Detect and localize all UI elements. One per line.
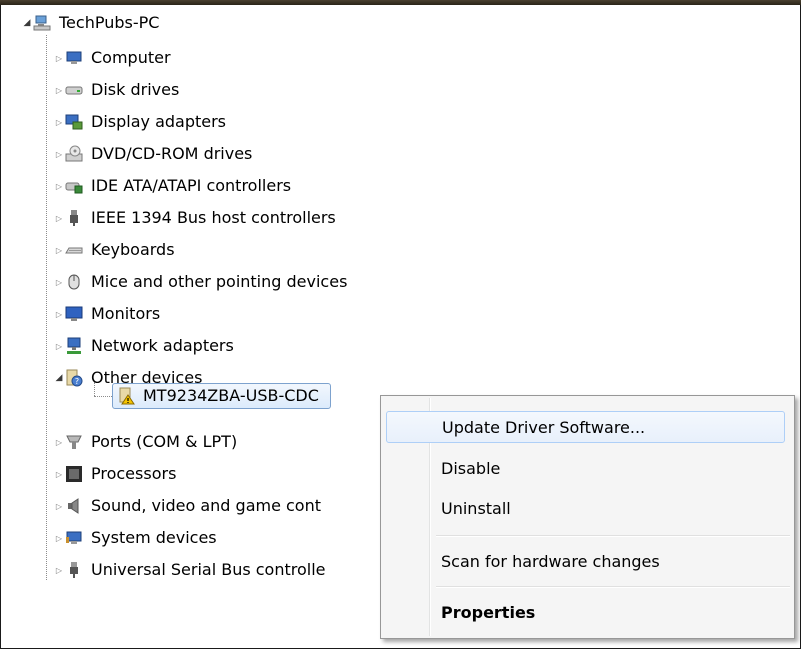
tree-item-ports[interactable]: ▷ Ports (COM & LPT) xyxy=(53,428,240,456)
tree-item-label: Disk drives xyxy=(91,80,180,99)
system-devices-icon xyxy=(65,529,83,547)
tree-item-ide-controllers[interactable]: ▷ IDE ATA/ATAPI controllers xyxy=(53,172,294,200)
menu-item-label: Scan for hardware changes xyxy=(441,551,660,571)
collapsed-arrow-icon[interactable]: ▷ xyxy=(53,116,65,128)
expanded-arrow-icon[interactable]: ◢ xyxy=(53,372,65,384)
mouse-icon xyxy=(65,273,83,291)
tree-item-usb[interactable]: ▷ Universal Serial Bus controlle xyxy=(53,556,329,584)
computer-icon xyxy=(65,49,83,67)
tree-item-system-devices[interactable]: ▷ System devices xyxy=(53,524,220,552)
tree-connector xyxy=(46,35,47,580)
tree-item-monitors[interactable]: ▷ Monitors xyxy=(53,300,163,328)
menu-item-disable[interactable]: Disable xyxy=(386,452,785,484)
tree-item-label: Monitors xyxy=(91,304,161,323)
tree-item-ieee1394[interactable]: ▷ IEEE 1394 Bus host controllers xyxy=(53,204,339,232)
tree-item-disk-drives[interactable]: ▷ Disk drives xyxy=(53,76,182,104)
collapsed-arrow-icon[interactable]: ▷ xyxy=(53,564,65,576)
tree-item-label: Universal Serial Bus controlle xyxy=(91,560,326,579)
menu-item-label: Properties xyxy=(441,602,536,622)
collapsed-arrow-icon[interactable]: ▷ xyxy=(53,308,65,320)
warning-device-icon xyxy=(117,387,135,405)
processor-icon xyxy=(65,465,83,483)
selected-device[interactable]: MT9234ZBA-USB-CDC xyxy=(112,383,331,409)
tree-item-mice[interactable]: ▷ Mice and other pointing devices xyxy=(53,268,350,296)
menu-item-update-driver[interactable]: Update Driver Software... xyxy=(386,411,785,443)
port-icon xyxy=(65,433,83,451)
ide-controller-icon xyxy=(65,177,83,195)
disk-drive-icon xyxy=(65,81,83,99)
collapsed-arrow-icon[interactable]: ▷ xyxy=(53,84,65,96)
tree-connector xyxy=(94,396,112,397)
tree-item-label: Display adapters xyxy=(91,112,227,131)
tree-item-label: MT9234ZBA-USB-CDC xyxy=(143,386,319,405)
collapsed-arrow-icon[interactable]: ▷ xyxy=(53,180,65,192)
menu-item-label: Disable xyxy=(441,458,501,478)
collapsed-arrow-icon[interactable]: ▷ xyxy=(53,244,65,256)
tree-item-network-adapters[interactable]: ▷ Network adapters xyxy=(53,332,237,360)
collapsed-arrow-icon[interactable]: ▷ xyxy=(53,148,65,160)
menu-item-properties[interactable]: Properties xyxy=(386,596,785,628)
tree-item-label: IEEE 1394 Bus host controllers xyxy=(91,208,336,227)
unknown-device-icon: ? xyxy=(65,369,83,387)
dvd-drive-icon xyxy=(65,145,83,163)
tree-item-keyboards[interactable]: ▷ Keyboards xyxy=(53,236,178,264)
usb-icon xyxy=(65,561,83,579)
menu-separator xyxy=(436,535,790,537)
collapsed-arrow-icon[interactable]: ▷ xyxy=(53,340,65,352)
menu-separator xyxy=(436,586,790,588)
tree-item-dvd-drives[interactable]: ▷ DVD/CD-ROM drives xyxy=(53,140,255,168)
tree-item-label: Network adapters xyxy=(91,336,234,355)
collapsed-arrow-icon[interactable]: ▷ xyxy=(53,436,65,448)
tree-item-label: Ports (COM & LPT) xyxy=(91,432,238,451)
tree-item-label: Mice and other pointing devices xyxy=(91,272,348,291)
computer-network-icon xyxy=(33,14,51,32)
tree-item-label: System devices xyxy=(91,528,217,547)
expanded-arrow-icon[interactable]: ◢ xyxy=(21,17,33,29)
tree-item-display-adapters[interactable]: ▷ Display adapters xyxy=(53,108,229,136)
tree-item-label: Processors xyxy=(91,464,177,483)
tree-item-processors[interactable]: ▷ Processors xyxy=(53,460,179,488)
menu-item-uninstall[interactable]: Uninstall xyxy=(386,492,785,524)
firewire-icon xyxy=(65,209,83,227)
menu-item-label: Uninstall xyxy=(441,498,511,518)
speaker-icon xyxy=(65,497,83,515)
collapsed-arrow-icon[interactable]: ▷ xyxy=(53,532,65,544)
menu-item-scan[interactable]: Scan for hardware changes xyxy=(386,545,785,577)
tree-item-computer[interactable]: ▷ Computer xyxy=(53,44,174,72)
monitor-icon xyxy=(65,305,83,323)
context-menu: Update Driver Software... Disable Uninst… xyxy=(380,395,795,639)
keyboard-icon xyxy=(65,241,83,259)
tree-item-label: Keyboards xyxy=(91,240,175,259)
display-adapter-icon xyxy=(65,113,83,131)
collapsed-arrow-icon[interactable]: ▷ xyxy=(53,52,65,64)
tree-item-sound[interactable]: ▷ Sound, video and game cont xyxy=(53,492,324,520)
tree-item-mt9234zba[interactable]: MT9234ZBA-USB-CDC xyxy=(112,382,331,410)
tree-item-label: Computer xyxy=(91,48,171,67)
menu-item-label: Update Driver Software... xyxy=(442,417,646,437)
tree-root-label: TechPubs-PC xyxy=(59,13,160,32)
tree-item-label: DVD/CD-ROM drives xyxy=(91,144,253,163)
collapsed-arrow-icon[interactable]: ▷ xyxy=(53,212,65,224)
collapsed-arrow-icon[interactable]: ▷ xyxy=(53,276,65,288)
tree-item-label: Sound, video and game cont xyxy=(91,496,322,515)
tree-root[interactable]: ◢ TechPubs-PC xyxy=(21,9,162,37)
network-adapter-icon xyxy=(65,337,83,355)
tree-item-label: IDE ATA/ATAPI controllers xyxy=(91,176,292,195)
svg-text:?: ? xyxy=(75,377,79,386)
collapsed-arrow-icon[interactable]: ▷ xyxy=(53,500,65,512)
collapsed-arrow-icon[interactable]: ▷ xyxy=(53,468,65,480)
